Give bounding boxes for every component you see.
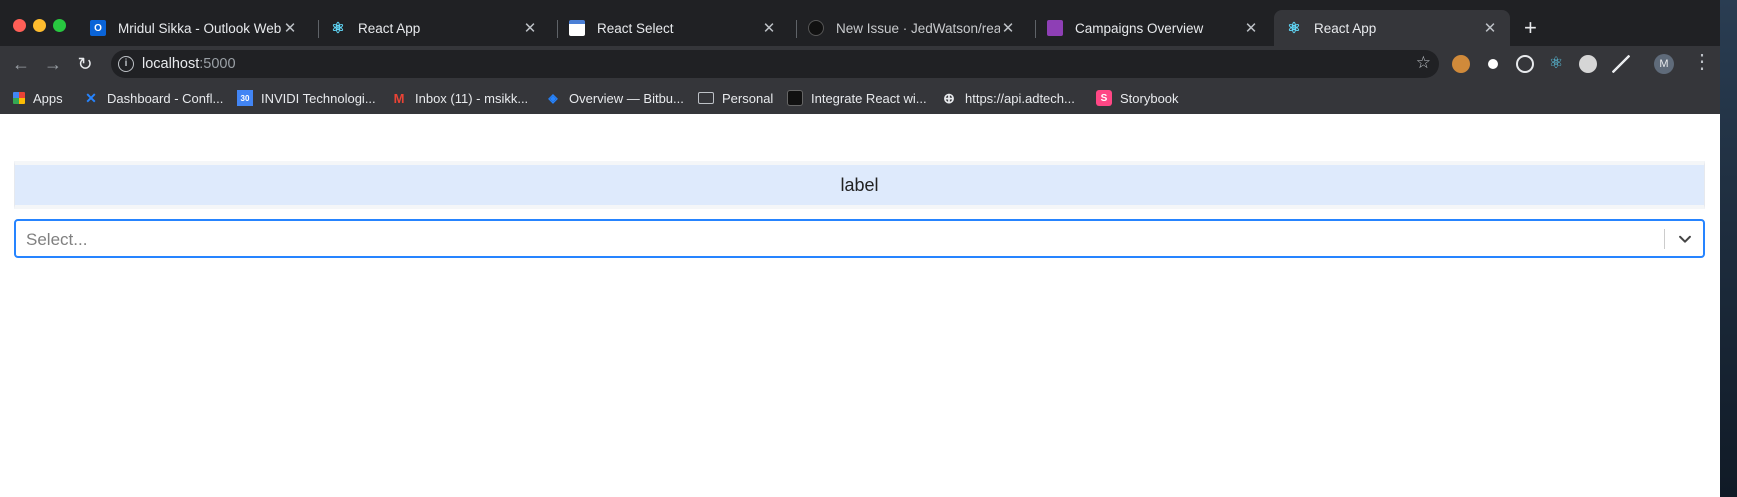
tab-title: React App bbox=[358, 20, 421, 36]
privacy-extension-icon[interactable] bbox=[1484, 55, 1502, 73]
bookmark-label: Overview — Bitbu... bbox=[569, 90, 684, 106]
storybook-icon: S bbox=[1096, 90, 1112, 106]
bookmark-bitbucket[interactable]: ◈ Overview — Bitbu... bbox=[545, 89, 684, 107]
tab-github-issue[interactable]: New Issue · JedWatson/react-select ✕ bbox=[796, 10, 1028, 46]
react-icon: ⚛ bbox=[331, 20, 345, 37]
window-close-button[interactable] bbox=[13, 19, 26, 32]
bookmark-confluence[interactable]: ✕ Dashboard - Confl... bbox=[83, 89, 223, 107]
tab-react-app[interactable]: ⚛ React App ✕ bbox=[318, 10, 550, 46]
window-minimize-button[interactable] bbox=[33, 19, 46, 32]
page-content: label Select... bbox=[0, 114, 1720, 497]
bookmarks-bar: Apps ✕ Dashboard - Confl... 30 INVIDI Te… bbox=[0, 82, 1720, 114]
tab-title: New Issue · JedWatson/react-select bbox=[836, 20, 1000, 36]
profile-avatar[interactable]: M bbox=[1654, 54, 1674, 74]
tab-title: React App bbox=[1314, 20, 1377, 36]
bookmark-label: Integrate React wi... bbox=[811, 90, 927, 106]
new-tab-button[interactable]: + bbox=[1524, 16, 1537, 40]
bookmark-api-adtech[interactable]: ⊕ https://api.adtech... bbox=[941, 89, 1075, 107]
bookmark-gmail[interactable]: M Inbox (11) - msikk... bbox=[391, 89, 529, 107]
chevron-down-icon[interactable] bbox=[1676, 230, 1694, 248]
back-arrow-icon[interactable]: ← bbox=[9, 52, 33, 76]
bookmark-integrate-react[interactable]: Integrate React wi... bbox=[787, 89, 927, 107]
url-text[interactable]: localhost:5000 bbox=[142, 56, 236, 72]
tab-react-app-active[interactable]: ⚛ React App ✕ bbox=[1274, 10, 1510, 46]
url-port: :5000 bbox=[199, 56, 236, 72]
apps-grid-icon bbox=[13, 92, 25, 104]
desktop: O Mridul Sikka - Outlook Web App ✕ ⚛ Rea… bbox=[0, 0, 1737, 497]
react-icon: ⚛ bbox=[1287, 20, 1301, 37]
bookmark-label: https://api.adtech... bbox=[965, 90, 1075, 106]
bookmark-label: Apps bbox=[33, 90, 63, 106]
tab-title: React Select bbox=[597, 20, 674, 36]
target-extension-icon[interactable] bbox=[1516, 55, 1534, 73]
window-maximize-button[interactable] bbox=[53, 19, 66, 32]
bookmark-label: Dashboard - Confl... bbox=[107, 90, 224, 106]
browser-toolbar: ← → ↻ i localhost:5000 ☆ ⚛ M ⋮ bbox=[0, 46, 1720, 82]
close-icon[interactable]: ✕ bbox=[761, 19, 777, 37]
outlook-icon: O bbox=[90, 20, 106, 36]
bookmark-label: Personal bbox=[722, 90, 774, 106]
bookmark-label: Inbox (11) - msikk... bbox=[415, 90, 529, 106]
tab-title: Campaigns Overview bbox=[1075, 20, 1204, 36]
close-icon[interactable]: ✕ bbox=[522, 19, 538, 37]
address-bar[interactable]: i localhost:5000 ☆ bbox=[111, 50, 1439, 78]
bookmark-label: Storybook bbox=[1120, 90, 1179, 106]
bitbucket-icon: ◈ bbox=[548, 91, 558, 105]
close-icon[interactable]: ✕ bbox=[282, 19, 298, 37]
calendar-icon: 30 bbox=[237, 90, 253, 106]
globe-icon: ⊕ bbox=[943, 89, 955, 106]
tab-strip: O Mridul Sikka - Outlook Web App ✕ ⚛ Rea… bbox=[0, 0, 1720, 46]
window-icon bbox=[569, 20, 585, 36]
forward-arrow-icon[interactable]: → bbox=[41, 52, 65, 76]
close-icon[interactable]: ✕ bbox=[1000, 19, 1016, 37]
bookmark-apps[interactable]: Apps bbox=[13, 89, 63, 107]
tab-campaigns-overview[interactable]: Campaigns Overview ✕ bbox=[1035, 10, 1271, 46]
reload-icon[interactable]: ↻ bbox=[73, 52, 97, 76]
url-host: localhost bbox=[142, 56, 200, 72]
confluence-icon: ✕ bbox=[85, 89, 97, 106]
gmail-icon: M bbox=[393, 90, 405, 106]
bookmark-star-icon[interactable]: ☆ bbox=[1416, 53, 1431, 73]
menu-kebab-icon[interactable]: ⋮ bbox=[1692, 50, 1712, 74]
campaign-icon bbox=[1047, 20, 1063, 36]
folder-icon bbox=[698, 92, 714, 104]
page-icon bbox=[787, 90, 803, 106]
close-icon[interactable]: ✕ bbox=[1482, 19, 1498, 37]
cookie-extension-icon[interactable] bbox=[1452, 55, 1470, 73]
bookmark-invidi[interactable]: 30 INVIDI Technologi... bbox=[237, 89, 376, 107]
github-icon bbox=[808, 20, 824, 36]
indicator-separator bbox=[1664, 229, 1665, 249]
select-placeholder: Select... bbox=[26, 230, 88, 249]
tab-title: Mridul Sikka - Outlook Web App bbox=[118, 20, 282, 36]
label-banner: label bbox=[14, 161, 1705, 209]
bookmark-label: INVIDI Technologi... bbox=[261, 90, 376, 106]
select-dropdown[interactable]: Select... bbox=[14, 219, 1705, 258]
pen-extension-icon[interactable] bbox=[1612, 55, 1630, 73]
extension-circle-icon[interactable] bbox=[1579, 55, 1597, 73]
info-icon[interactable]: i bbox=[118, 56, 134, 72]
tab-outlook[interactable]: O Mridul Sikka - Outlook Web App ✕ bbox=[78, 10, 310, 46]
bookmark-storybook[interactable]: S Storybook bbox=[1096, 89, 1179, 107]
tab-react-select[interactable]: React Select ✕ bbox=[557, 10, 789, 46]
react-devtools-icon[interactable]: ⚛ bbox=[1547, 55, 1565, 73]
bookmark-personal-folder[interactable]: Personal bbox=[698, 89, 773, 107]
browser-window: O Mridul Sikka - Outlook Web App ✕ ⚛ Rea… bbox=[0, 0, 1720, 497]
close-icon[interactable]: ✕ bbox=[1243, 19, 1259, 37]
